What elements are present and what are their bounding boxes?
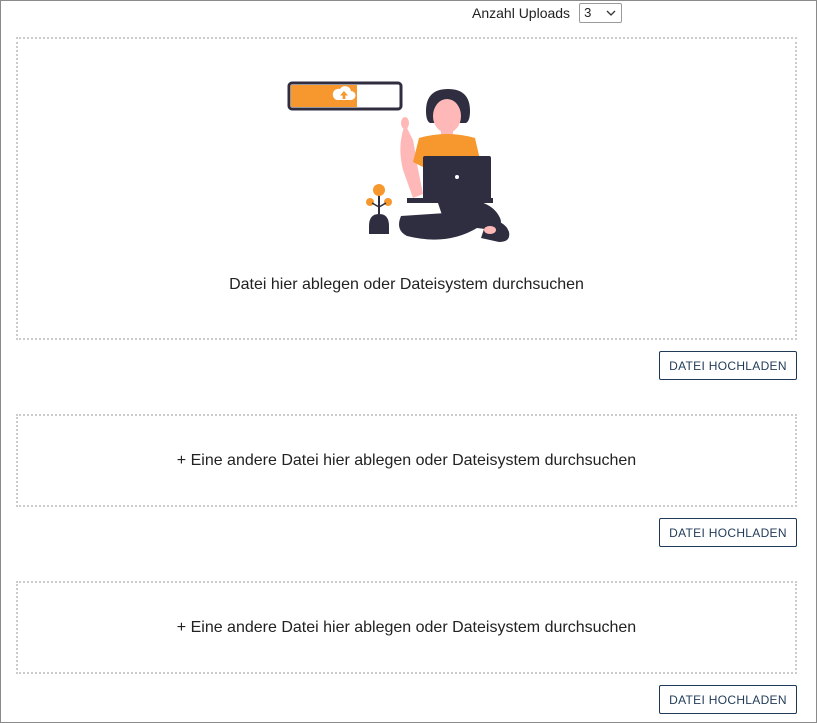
uploads-count-control: Anzahl Uploads 3 bbox=[472, 2, 623, 23]
upload-button-1[interactable]: DATEI HOCHLADEN bbox=[659, 351, 797, 380]
chevron-down-icon bbox=[606, 10, 616, 16]
upload-button-3[interactable]: DATEI HOCHLADEN bbox=[659, 685, 797, 714]
dropzone-1[interactable]: Datei hier ablegen oder Dateisystem durc… bbox=[16, 37, 797, 340]
uploads-count-select[interactable]: 3 bbox=[579, 2, 623, 23]
uploads-count-label: Anzahl Uploads bbox=[472, 4, 571, 21]
upload-page: Anzahl Uploads 3 Datei hier ablegen oder… bbox=[0, 0, 817, 723]
dropzone-1-text: Datei hier ablegen oder Dateisystem durc… bbox=[229, 276, 584, 293]
uploads-count-value: 3 bbox=[584, 4, 592, 20]
dropzone-3[interactable]: + Eine andere Datei hier ablegen oder Da… bbox=[16, 581, 797, 674]
upload-button-2[interactable]: DATEI HOCHLADEN bbox=[659, 518, 797, 547]
person-with-laptop-upload-illustration bbox=[287, 81, 509, 242]
dropzone-2-text: + Eine andere Datei hier ablegen oder Da… bbox=[176, 451, 637, 469]
dropzone-3-text: + Eine andere Datei hier ablegen oder Da… bbox=[176, 618, 637, 636]
dropzone-2[interactable]: + Eine andere Datei hier ablegen oder Da… bbox=[16, 414, 797, 507]
